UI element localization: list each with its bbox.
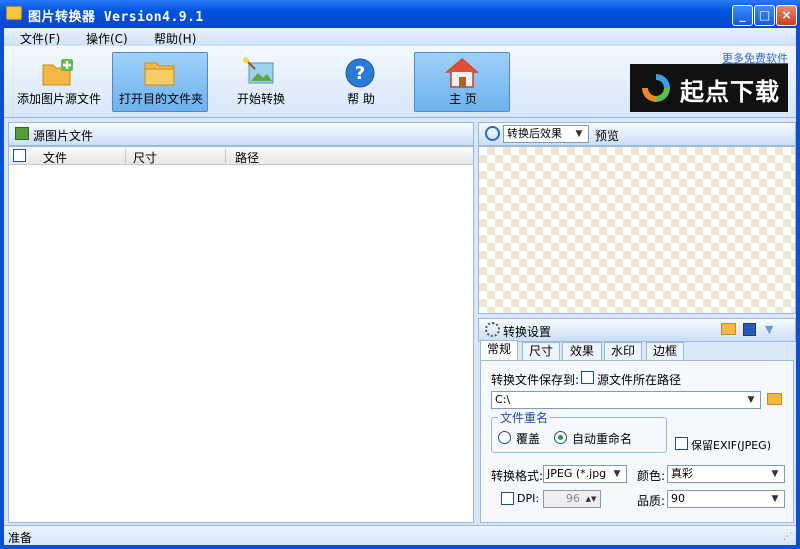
settings-header: 转换设置 ▼ [478,318,796,342]
save-path-select[interactable]: C:\ ▼ [491,391,761,409]
save-to-label: 转换文件保存到: [491,373,580,387]
tab-size[interactable]: 尺寸 [522,342,560,360]
menu-help[interactable]: 帮助(H) [154,30,196,47]
quality-value: 90 [671,492,685,505]
brand-logo[interactable]: 起点下载 [630,64,788,112]
add-source-button[interactable]: 添加图片源文件 [10,52,106,112]
format-label: 转换格式: [491,469,544,483]
resize-grip-icon[interactable]: ⋰ [783,532,792,542]
list-header: 文件 尺寸 路径 [9,147,473,165]
chevron-down-icon: ▼ [747,395,755,405]
general-tab-body: 转换文件保存到: 源文件所在路径 C:\ ▼ 文件重名 覆盖 自动重命名 保留E… [480,360,794,523]
rename-group: 文件重名 覆盖 自动重命名 [491,409,667,453]
save-icon[interactable] [743,323,756,336]
spinner-arrows-icon[interactable]: ▲▼ [584,492,598,506]
help-label: 帮 助 [347,92,375,106]
status-text: 准备 [8,531,33,545]
color-select[interactable]: 真彩 ▼ [667,465,785,483]
app-icon [6,6,22,20]
format-value: JPEG (*.jpg [547,467,607,480]
save-path-value: C:\ [495,393,511,406]
col-path[interactable]: 路径 [235,149,259,166]
maximize-button[interactable]: □ [754,5,775,26]
settings-panel: 转换设置 ▼ 常规 尺寸 效果 水印 边框 转换文件保存到: 源文件所在路径 C… [478,318,796,523]
preview-mode-select[interactable]: 转换后效果 ▼ [503,125,589,143]
chevron-down-icon: ▼ [771,469,779,479]
tab-effect[interactable]: 效果 [562,342,602,360]
keep-exif-label: 保留EXIF(JPEG) [691,439,771,452]
image-icon [15,127,29,140]
zoom-icon [485,126,500,141]
tab-watermark[interactable]: 水印 [604,342,642,360]
home-button[interactable]: 主 页 [414,52,510,112]
auto-rename-label: 自动重命名 [572,432,633,446]
menu-file[interactable]: 文件(F) [20,30,60,47]
chevron-down-icon: ▼ [575,129,583,139]
chevron-down-icon: ▼ [613,469,621,479]
col-file[interactable]: 文件 [43,149,67,166]
select-all-checkbox[interactable] [13,149,26,162]
magic-picture-icon [243,57,274,84]
rename-group-title: 文件重名 [498,409,551,426]
status-bar: 准备 ⋰ [4,525,796,545]
format-select[interactable]: JPEG (*.jpg ▼ [543,465,627,483]
logo-text: 起点下载 [680,78,780,106]
svg-text:?: ? [355,63,365,84]
col-size[interactable]: 尺寸 [133,149,157,166]
minimize-button[interactable]: _ [732,5,753,26]
home-label: 主 页 [449,92,477,106]
open-dest-button[interactable]: 打开目的文件夹 [112,52,208,112]
keep-exif-checkbox[interactable] [675,437,688,450]
start-convert-label: 开始转换 [236,92,285,106]
client-area: 文件(F) 操作(C) 帮助(H) 添加图片源文件 打开目的文件夹 开始转换 ?… [4,28,796,545]
dpi-spinner[interactable]: 96 ▲▼ [543,490,601,508]
start-convert-button[interactable]: 开始转换 [212,52,308,112]
dpi-checkbox[interactable] [501,492,514,505]
auto-rename-radio[interactable] [554,431,567,444]
open-folder-icon[interactable] [721,323,736,335]
dpi-value: 96 [566,492,580,505]
source-file-list[interactable]: 文件 尺寸 路径 [8,146,474,523]
source-panel-header: 源图片文件 [8,122,474,146]
preview-mode-value: 转换后效果 [507,127,562,140]
overwrite-radio[interactable] [498,431,511,444]
tab-border[interactable]: 边框 [646,342,684,360]
source-path-label: 源文件所在路径 [597,373,682,387]
browse-folder-icon[interactable] [767,393,782,405]
chevron-down-icon: ▼ [771,494,779,504]
overwrite-label: 覆盖 [516,432,541,446]
app-window: 图片转换器 Version4.9.1 _ □ × 文件(F) 操作(C) 帮助(… [0,0,800,549]
open-dest-label: 打开目的文件夹 [118,92,203,106]
tab-general[interactable]: 常规 [480,340,518,361]
toolbar: 添加图片源文件 打开目的文件夹 开始转换 ? 帮 助 主 页 更多免费软件 起点… [4,46,796,118]
quality-label: 品质: [637,494,666,508]
collapse-icon[interactable]: ▼ [765,323,773,336]
add-source-label: 添加图片源文件 [16,92,101,106]
logo-swirl-icon [642,74,670,102]
help-button[interactable]: ? 帮 助 [312,52,408,112]
settings-title: 转换设置 [503,325,552,339]
window-title: 图片转换器 Version4.9.1 [28,10,204,25]
menu-operate[interactable]: 操作(C) [86,30,128,47]
source-panel-title: 源图片文件 [33,129,94,143]
color-label: 颜色: [637,469,666,483]
title-bar: 图片转换器 Version4.9.1 _ □ × [0,0,800,28]
help-icon: ? [345,58,375,88]
preview-label: 预览 [595,129,620,143]
close-button[interactable]: × [776,5,797,26]
home-icon [445,58,479,88]
preview-canvas [478,146,796,314]
quality-select[interactable]: 90 ▼ [667,490,785,508]
add-folder-icon [42,59,73,86]
folder-icon [144,62,175,86]
color-value: 真彩 [671,467,693,480]
source-panel: 源图片文件 文件 尺寸 路径 [8,122,474,523]
dpi-label: DPI: [517,492,540,505]
source-path-checkbox[interactable] [581,371,594,384]
menu-bar: 文件(F) 操作(C) 帮助(H) [4,28,796,46]
gear-icon [485,322,500,337]
right-panel: 转换后效果 ▼ 预览 转换设置 ▼ 常规 尺寸 效果 水印 边框 转换文件保存到… [478,122,796,523]
preview-header: 转换后效果 ▼ 预览 [478,122,796,146]
